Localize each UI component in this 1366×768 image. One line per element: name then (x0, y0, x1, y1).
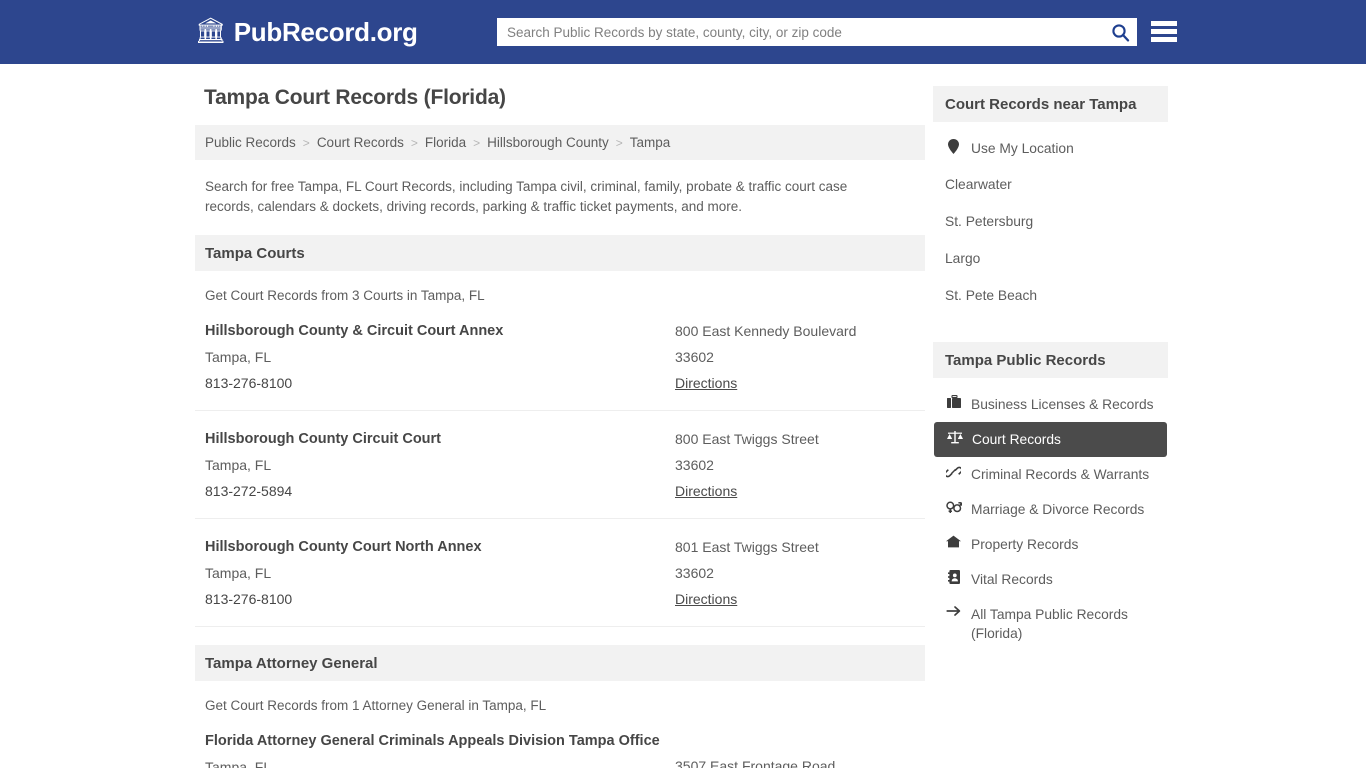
court-name: Hillsborough County Court North Annex (205, 539, 482, 555)
breadcrumb-item-florida[interactable]: Florida (425, 135, 466, 150)
breadcrumb-separator: > (302, 135, 310, 150)
entry-right-column: 800 East Twiggs Street 33602 Directions (675, 427, 915, 504)
address-book-icon (945, 570, 962, 584)
hamburger-bar (1151, 21, 1177, 26)
arrow-right-icon (945, 605, 962, 617)
court-city: Tampa, FL (205, 565, 272, 581)
office-street: 3507 East Frontage Road (675, 758, 836, 768)
hamburger-menu-icon[interactable] (1151, 19, 1177, 44)
sidebar-item-use-my-location[interactable]: Use My Location (933, 131, 1168, 166)
sidebar-item-largo[interactable]: Largo (933, 240, 1168, 277)
scales-of-justice-icon (946, 430, 963, 444)
sidebar-item-marriage-divorce[interactable]: Marriage & Divorce Records (933, 492, 1168, 527)
bank-building-icon: 🏛 (195, 16, 227, 45)
sidebar-heading-nearby: Court Records near Tampa (933, 86, 1168, 122)
court-city: Tampa, FL (205, 349, 272, 365)
breadcrumb-separator: > (410, 135, 418, 150)
hamburger-bar (1151, 37, 1177, 42)
page-body: Tampa Court Records (Florida) Public Rec… (0, 64, 1366, 768)
sidebar-item-label: Business Licenses & Records (971, 397, 1154, 412)
court-phone: 813-276-8100 (205, 591, 293, 607)
court-city: Tampa, FL (205, 457, 272, 473)
sidebar-item-label: Marriage & Divorce Records (971, 502, 1145, 517)
court-zip: 33602 (675, 565, 714, 581)
sidebar: Court Records near Tampa Use My Location… (933, 86, 1168, 651)
court-phone: 813-276-8100 (205, 375, 293, 391)
site-header: 🏛 PubRecord.org (0, 0, 1366, 64)
entry-right-column: 801 East Twiggs Street 33602 Directions (675, 535, 915, 612)
section-heading-attorney-general: Tampa Attorney General (195, 645, 925, 681)
office-city: Tampa, FL (205, 759, 272, 768)
court-zip: 33602 (675, 457, 714, 473)
table-row: Hillsborough County Circuit Court Tampa,… (195, 411, 925, 519)
sidebar-item-all-public-records[interactable]: All Tampa Public Records (Florida) (933, 597, 1168, 651)
entry-left-column: Florida Attorney General Criminals Appea… (205, 729, 675, 768)
directions-link[interactable]: Directions (675, 586, 737, 612)
entry-left-column: Hillsborough County Court North Annex Ta… (205, 535, 675, 612)
sidebar-nearby-list: Use My Location Clearwater St. Petersbur… (933, 122, 1168, 314)
brand-name: PubRecord.org (233, 16, 418, 47)
breadcrumb-separator: > (615, 135, 623, 150)
map-pin-icon (945, 139, 962, 154)
directions-link[interactable]: Directions (675, 370, 737, 396)
entry-left-column: Hillsborough County Circuit Court Tampa,… (205, 427, 675, 504)
office-name: Florida Attorney General Criminals Appea… (205, 733, 660, 749)
sidebar-item-property-records[interactable]: Property Records (933, 527, 1168, 562)
court-name: Hillsborough County & Circuit Court Anne… (205, 323, 504, 339)
court-zip: 33602 (675, 349, 714, 365)
court-phone: 813-272-5894 (205, 483, 293, 499)
sidebar-item-label: All Tampa Public Records (Florida) (971, 607, 1128, 641)
gender-symbols-icon (945, 500, 962, 514)
search-bar (497, 18, 1137, 46)
sidebar-item-label: Court Records (972, 432, 1061, 447)
main-content: Tampa Court Records (Florida) Public Rec… (195, 86, 925, 768)
breadcrumb: Public Records > Court Records > Florida… (195, 125, 925, 160)
court-street: 800 East Kennedy Boulevard (675, 323, 857, 339)
site-logo-link[interactable]: 🏛 PubRecord.org (195, 17, 418, 48)
sidebar-item-label: Vital Records (971, 572, 1053, 587)
sidebar-item-business-licenses[interactable]: Business Licenses & Records (933, 387, 1168, 422)
page-intro-text: Search for free Tampa, FL Court Records,… (205, 179, 848, 214)
sidebar-item-label: Property Records (971, 537, 1079, 552)
section-subtext-courts: Get Court Records from 3 Courts in Tampa… (205, 288, 485, 303)
entry-left-column: Hillsborough County & Circuit Court Anne… (205, 319, 675, 396)
house-icon (945, 535, 962, 548)
hamburger-bar (1151, 29, 1177, 34)
sidebar-records-list: Business Licenses & Records Court Record… (933, 378, 1168, 651)
breadcrumb-item-hillsborough-county[interactable]: Hillsborough County (487, 135, 609, 150)
sidebar-heading-public-records: Tampa Public Records (933, 342, 1168, 378)
sidebar-item-vital-records[interactable]: Vital Records (933, 562, 1168, 597)
section-subtext-attorney-general: Get Court Records from 1 Attorney Genera… (205, 698, 547, 713)
court-street: 800 East Twiggs Street (675, 431, 819, 447)
handcuffs-icon (945, 465, 962, 479)
sidebar-item-label: Use My Location (971, 141, 1074, 156)
entry-right-column: 3507 East Frontage Road 33607 (675, 729, 915, 768)
court-name: Hillsborough County Circuit Court (205, 431, 442, 447)
sidebar-item-st-petersburg[interactable]: St. Petersburg (933, 203, 1168, 240)
entry-right-column: 800 East Kennedy Boulevard 33602 Directi… (675, 319, 915, 396)
sidebar-item-label: Criminal Records & Warrants (971, 467, 1150, 482)
sidebar-item-court-records[interactable]: Court Records (934, 422, 1167, 457)
court-street: 801 East Twiggs Street (675, 539, 819, 555)
sidebar-records-block: Tampa Public Records Business Licenses &… (933, 342, 1168, 651)
briefcase-icon (945, 395, 962, 408)
breadcrumb-separator: > (473, 135, 481, 150)
sidebar-item-criminal-records[interactable]: Criminal Records & Warrants (933, 457, 1168, 492)
directions-link[interactable]: Directions (675, 478, 737, 504)
search-input[interactable] (497, 18, 1103, 46)
sidebar-item-st-pete-beach[interactable]: St. Pete Beach (933, 277, 1168, 314)
breadcrumb-item-tampa: Tampa (629, 135, 671, 150)
search-icon (1111, 23, 1129, 42)
table-row: Hillsborough County & Circuit Court Anne… (195, 303, 925, 411)
table-row: Hillsborough County Court North Annex Ta… (195, 519, 925, 627)
section-heading-courts: Tampa Courts (195, 235, 925, 271)
page-title: Tampa Court Records (Florida) (204, 86, 506, 109)
breadcrumb-item-court-records[interactable]: Court Records (317, 135, 404, 150)
breadcrumb-item-public-records[interactable]: Public Records (205, 135, 296, 150)
search-button[interactable] (1103, 18, 1137, 46)
sidebar-item-clearwater[interactable]: Clearwater (933, 166, 1168, 203)
table-row: Florida Attorney General Criminals Appea… (195, 713, 925, 768)
